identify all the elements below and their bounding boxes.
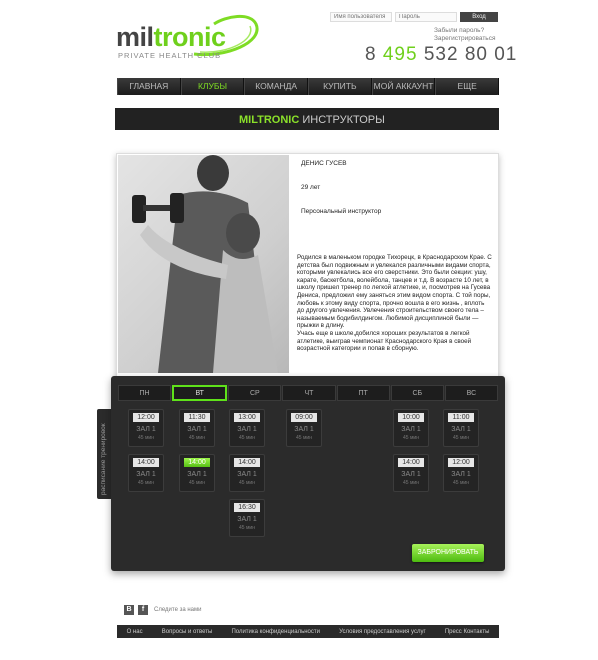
footer-link-privacy[interactable]: Политика конфиденциальности xyxy=(231,629,320,635)
nav-item-home[interactable]: ГЛАВНАЯ xyxy=(117,78,181,95)
schedule-side-label: расписание тренировок xyxy=(100,423,107,495)
instructor-name: ДЕНИС ГУСЕВ xyxy=(301,160,347,167)
footer-link-press[interactable]: Пресс Контакты xyxy=(445,629,490,635)
instructor-age: 29 лет xyxy=(301,184,321,191)
footer-link-faq[interactable]: Вопросы и ответы xyxy=(162,629,213,635)
footer-link-about[interactable]: О нас xyxy=(127,629,143,635)
phone-number: 8 495 532 80 01 xyxy=(365,44,518,65)
page-title-bar: MILTRONIC ИНСТРУКТОРЫ xyxy=(115,108,499,130)
instructor-photo xyxy=(118,155,289,373)
footer-links: О нас Вопросы и ответы Политика конфиден… xyxy=(117,625,499,638)
day-tab-tue[interactable]: ВТ xyxy=(172,385,228,401)
instructor-bio-paragraph: Родился в маленьком городке Тихорецк, в … xyxy=(297,254,492,330)
footer-link-terms[interactable]: Условия предоставления услуг xyxy=(339,629,426,635)
logo-tagline: PRIVATE HEALTH CLUB xyxy=(118,51,222,60)
day-tab-mon[interactable]: ПН xyxy=(118,385,172,401)
schedule-side-tab[interactable]: расписание тренировок xyxy=(97,409,111,499)
vk-icon[interactable]: В xyxy=(124,605,134,615)
nav-item-more[interactable]: ЕЩЕ xyxy=(435,78,500,95)
schedule-slot[interactable]: 12:00 ЗАЛ 1 45 мин xyxy=(128,409,164,447)
schedule-slot[interactable]: 11:30 ЗАЛ 1 45 мин xyxy=(179,409,215,447)
schedule-slot[interactable]: 14:00 ЗАЛ 1 45 мин xyxy=(393,454,429,492)
day-tab-sat[interactable]: СБ xyxy=(390,385,444,401)
nav-item-clubs[interactable]: КЛУБЫ xyxy=(180,78,245,95)
logo[interactable]: miltronic PRIVATE HEALTH CLUB xyxy=(116,14,266,64)
nav-item-account[interactable]: МОЙ АККАУНТ xyxy=(371,78,436,95)
instructor-role: Персональный инструктор xyxy=(301,208,382,215)
day-tab-fri[interactable]: ПТ xyxy=(336,385,390,401)
nav-item-buy[interactable]: КУПИТЬ xyxy=(308,78,372,95)
username-input[interactable] xyxy=(330,12,392,22)
schedule-slot-selected[interactable]: 14:00 ЗАЛ 1 45 мин xyxy=(179,454,215,492)
instructor-bio-paragraph: Учась еще в школе,добился хороших резуль… xyxy=(297,329,472,353)
logo-wordmark: miltronic xyxy=(116,22,226,52)
password-input[interactable] xyxy=(395,12,457,22)
forgot-password-link[interactable]: Забыли пароль? xyxy=(434,27,484,34)
schedule-slot[interactable]: 14:00 ЗАЛ 1 45 мин xyxy=(229,454,265,492)
schedule-slot[interactable]: 14:00 ЗАЛ 1 45 мин xyxy=(128,454,164,492)
book-button[interactable]: ЗАБРОНИРОВАТЬ xyxy=(412,544,484,562)
day-tab-thu[interactable]: ЧТ xyxy=(282,385,336,401)
instructor-bio: Родился в маленьком городке Тихорецк, в … xyxy=(297,254,492,353)
day-tab-wed[interactable]: СР xyxy=(228,385,282,401)
schedule-slot[interactable]: 16:30 ЗАЛ 1 45 мин xyxy=(229,499,265,537)
schedule-slot[interactable]: 13:00 ЗАЛ 1 45 мин xyxy=(229,409,265,447)
main-nav: ГЛАВНАЯ КЛУБЫ КОМАНДА КУПИТЬ МОЙ АККАУНТ… xyxy=(117,78,500,95)
day-tab-sun[interactable]: ВС xyxy=(444,385,498,401)
page-title: MILTRONIC ИНСТРУКТОРЫ xyxy=(239,114,385,126)
nav-item-team[interactable]: КОМАНДА xyxy=(244,78,309,95)
schedule-slot[interactable]: 10:00 ЗАЛ 1 45 мин xyxy=(393,409,429,447)
follow-us-label: Следите за нами xyxy=(154,607,202,613)
schedule-slot[interactable]: 11:00 ЗАЛ 1 45 мин xyxy=(443,409,479,447)
schedule-days: ПН ВТ СР ЧТ ПТ СБ ВС xyxy=(118,385,498,401)
facebook-icon[interactable]: f xyxy=(138,605,148,615)
register-link[interactable]: Зарегистрироваться xyxy=(434,35,495,42)
login-button[interactable]: Вход xyxy=(460,12,498,22)
schedule-slot[interactable]: 12:00 ЗАЛ 1 45 мин xyxy=(443,454,479,492)
schedule-slot[interactable]: 09:00 ЗАЛ 1 45 мин xyxy=(286,409,322,447)
